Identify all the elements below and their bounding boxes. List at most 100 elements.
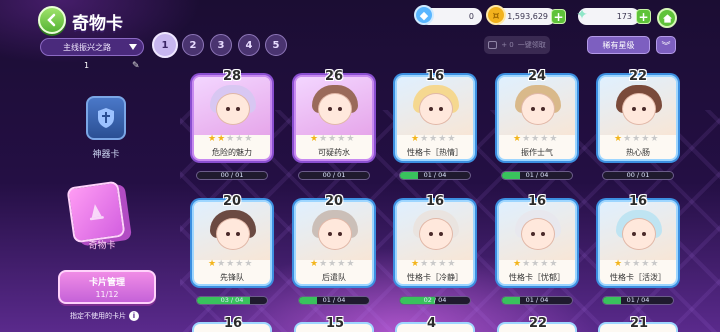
card-artwork [499,77,575,135]
card-level: 20 [324,194,344,209]
star-rating: ★ ★ ★ ★ ★ [411,135,455,144]
star-rating: ★ ★ ★ ★ ★ [208,260,252,269]
star-icon: ★ [641,134,650,144]
home-button[interactable] [657,8,677,28]
mystery-card[interactable]: ★ ★ ★ ★ ★ 热心肠 [598,75,678,161]
card-progress-fill [502,172,520,179]
collect-all-button[interactable]: + 0 一键领取 [484,36,550,54]
mystery-card[interactable]: ★ ★ ★ ★ ★ 振作士气 [497,75,577,161]
card-level: 24 [527,69,547,84]
page-button-2[interactable]: 2 [182,34,204,56]
star-icon: ★ [337,259,346,269]
star-icon: ★ [226,134,235,144]
page-button-1[interactable]: 1 [152,32,178,58]
card-level: 16 [425,194,445,209]
card-progress-text: 00 / 01 [220,171,244,179]
unused-cards-note[interactable]: 指定不使用的卡片 i [70,311,139,321]
card-progress-text: 01 / 04 [322,296,346,304]
pencil-icon[interactable]: ✎ [132,61,140,71]
page-title: 奇物卡 [72,14,123,34]
star-rating: ★ ★ ★ ★ ★ [411,260,455,269]
route-dropdown[interactable]: 主线振兴之路 [40,38,144,56]
card-level: 20 [222,194,242,209]
mystery-card-tab[interactable] [66,180,126,244]
unused-cards-label: 指定不使用的卡片 [70,312,126,320]
star-rating: ★ ★ ★ ★ ★ [310,135,354,144]
mystery-card[interactable]: ★ ★ ★ ★ ★ 先锋队 [192,200,272,286]
card-level: 15 [326,316,345,331]
star-icon: ★ [632,134,641,144]
star-icon: ★ [420,134,429,144]
card-level: 28 [222,69,242,84]
star-icon: ★ [650,259,659,269]
mystery-card[interactable]: ★ ★ ★ ★ ★ 性格卡［热情］ [395,75,475,161]
card-management-button[interactable]: 卡片管理 11/12 [58,270,156,304]
star-rating: ★ ★ ★ ★ ★ [614,260,658,269]
page-button-3[interactable]: 3 [210,34,232,56]
card-level: 22 [628,69,648,84]
star-icon: ★ [513,134,522,144]
expand-button[interactable]: ︾ [656,36,676,54]
rarity-sort-button[interactable]: 稀有星级 [587,36,650,54]
mystery-card[interactable]: ★ ★ ★ ★ ★ 可疑药水 [294,75,374,161]
star-icon: ★ [235,259,244,269]
star-icon: ★ [310,134,319,144]
card-progress-bar: 00 / 01 [298,171,370,180]
card-level: 26 [324,69,344,84]
card-artwork [397,202,473,260]
star-rating: ★ ★ ★ ★ ★ [513,135,557,144]
star-icon: ★ [429,134,438,144]
card-name: 可疑药水 [318,148,350,157]
mystery-card[interactable]: ★ ★ ★ ★ ★ 性格卡［冷静］ [395,200,475,286]
info-icon[interactable]: i [129,311,139,321]
star-icon: ★ [513,259,522,269]
card-progress-text: 01 / 04 [626,296,650,304]
mystery-card[interactable]: ★ ★ ★ ★ ★ 后遣队 [294,200,374,286]
card-artwork [194,202,270,260]
add-coin-button[interactable]: + [551,9,566,24]
card-artwork [194,77,270,135]
mystery-card-label: 奇物卡 [88,241,116,251]
mystery-card[interactable]: ★ ★ ★ ★ ★ 性格卡［活泼］ [598,200,678,286]
star-icon: ★ [217,259,226,269]
diamond-icon: ◆ [414,5,434,25]
star-icon: ★ [614,259,623,269]
card-progress-fill [603,297,621,304]
card-artwork [296,77,372,135]
card-progress-fill [299,297,317,304]
page-button-5[interactable]: 5 [265,34,287,56]
card-artwork [499,202,575,260]
card-name: 危险的魅力 [212,148,252,157]
wizard-hat-icon [89,204,104,221]
star-icon: ★ [623,134,632,144]
star-icon: ★ [447,259,456,269]
card-artwork [600,202,676,260]
card-name: 性格卡［冷静］ [407,273,463,282]
star-icon: ★ [614,134,623,144]
star-icon: ★ [623,259,632,269]
star-icon: ★ [226,259,235,269]
card-name: 性格卡［活泼］ [610,273,666,282]
route-label: 主线振兴之路 [63,42,111,52]
card-artwork [397,77,473,135]
collect-count: + 0 [501,41,514,49]
route-count: 1 [84,61,90,70]
mystery-card[interactable]: ★ ★ ★ ★ ★ 危险的魅力 [192,75,272,161]
page-button-4[interactable]: 4 [238,34,260,56]
star-icon: ★ [319,259,328,269]
back-button[interactable] [38,6,66,34]
mystery-card[interactable]: ★ ★ ★ ★ ★ 性格卡［忧郁］ [497,200,577,286]
add-wings-button[interactable]: + [636,9,651,24]
star-icon: ★ [328,134,337,144]
card-artwork [296,202,372,260]
star-icon: ★ [650,134,659,144]
card-name: 性格卡［热情］ [407,148,463,157]
star-icon: ★ [438,259,447,269]
star-rating: ★ ★ ★ ★ ★ [614,135,658,144]
card-level: 16 [628,194,648,209]
artifact-card-tab[interactable] [86,96,126,140]
star-icon: ★ [522,259,531,269]
coin-icon: ¤ [486,5,506,25]
home-icon [662,13,672,23]
star-icon: ★ [208,134,217,144]
